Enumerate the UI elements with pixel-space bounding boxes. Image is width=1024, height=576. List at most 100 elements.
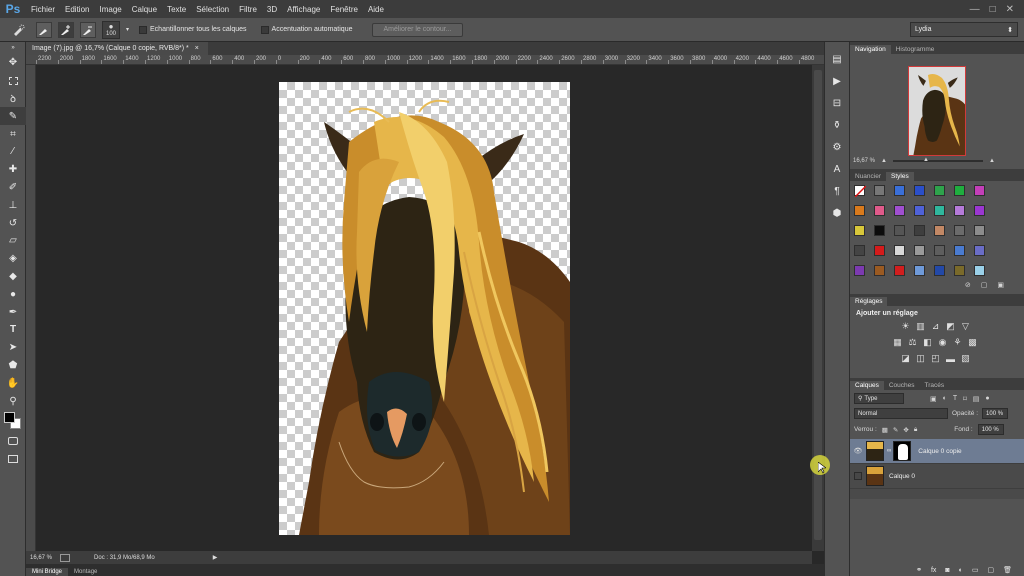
subtract-from-selection-button[interactable] <box>80 21 96 38</box>
navigator-zoom-slider[interactable]: ▲ <box>892 157 983 163</box>
filter-smart-icon[interactable]: ▤ <box>973 395 980 403</box>
clone-source-icon[interactable]: ⚙ <box>830 140 844 154</box>
menu-affichage[interactable]: Affichage <box>282 5 325 14</box>
document-canvas[interactable] <box>279 82 570 535</box>
paragraph-panel-icon[interactable]: ¶ <box>830 184 844 198</box>
paint-bucket-tool[interactable]: ◈ <box>0 250 26 268</box>
lock-position-icon[interactable]: ✥ <box>903 426 908 434</box>
blur-tool[interactable]: ◆ <box>0 268 26 286</box>
actions-panel-icon[interactable]: ▶ <box>830 74 844 88</box>
photo-filter-icon[interactable]: ◉ <box>937 337 948 348</box>
layer-filter-select[interactable]: ⚲ Type <box>854 393 904 404</box>
new-layer-icon[interactable]: ▢ <box>987 566 994 574</box>
brush-size-dropdown-icon[interactable]: ▾ <box>126 26 129 33</box>
tab-navigation[interactable]: Navigation <box>850 45 891 54</box>
style-swatch[interactable] <box>934 185 945 196</box>
auto-enhance-option[interactable]: Accentuation automatique <box>260 25 352 34</box>
healing-brush-tool[interactable]: ✚ <box>0 161 26 179</box>
style-swatch[interactable] <box>974 205 985 216</box>
new-group-icon[interactable]: ▭ <box>972 566 979 574</box>
style-swatch[interactable] <box>954 205 965 216</box>
menu-calque[interactable]: Calque <box>127 5 162 14</box>
tab-reglages[interactable]: Réglages <box>850 297 888 306</box>
filter-adjustment-icon[interactable]: ◐ <box>943 395 947 402</box>
style-swatch[interactable] <box>914 265 925 276</box>
3d-panel-icon[interactable]: ⬢ <box>830 206 844 220</box>
workspace-select[interactable]: Lydia ⬍ <box>910 22 1018 37</box>
menu-fenetre[interactable]: Fenêtre <box>325 5 363 14</box>
tab-nuancier[interactable]: Nuancier <box>850 172 886 181</box>
style-swatch[interactable] <box>954 225 965 236</box>
delete-style-icon[interactable]: ▣ <box>997 281 1004 291</box>
slider-handle[interactable]: ▲ <box>923 157 929 163</box>
dodge-tool[interactable]: ● <box>0 285 26 303</box>
style-swatch[interactable] <box>854 205 865 216</box>
vibrance-icon[interactable]: ▽ <box>960 321 971 332</box>
navigator-zoom-value[interactable]: 16,67 % <box>853 158 875 164</box>
layer-name[interactable]: Calque 0 copie <box>918 448 961 455</box>
path-selection-tool[interactable]: ➤ <box>0 339 26 357</box>
curves-icon[interactable]: ⊿ <box>930 321 941 332</box>
style-swatch[interactable] <box>894 205 905 216</box>
style-swatch[interactable] <box>934 205 945 216</box>
visibility-eye-icon[interactable]: 👁︎ <box>850 447 866 455</box>
lock-all-icon[interactable]: 🔒︎ <box>914 426 917 434</box>
color-swatches[interactable] <box>0 410 26 432</box>
new-selection-button[interactable] <box>36 21 52 38</box>
fill-input[interactable]: 100 % <box>977 424 1004 435</box>
blend-mode-select[interactable]: Normal <box>854 408 948 419</box>
style-swatch[interactable] <box>974 225 985 236</box>
sample-all-layers-option[interactable]: Echantillonner tous les calques <box>139 25 247 34</box>
fx-icon[interactable]: fx <box>931 567 936 574</box>
eraser-tool[interactable]: ▱ <box>0 232 26 250</box>
style-swatch[interactable] <box>934 225 945 236</box>
filter-shape-icon[interactable]: ⌑ <box>963 395 967 403</box>
tool-preset-picker[interactable] <box>8 22 30 38</box>
zoom-tool[interactable]: ⚲ <box>0 392 26 410</box>
menu-fichier[interactable]: Fichier <box>26 5 60 14</box>
style-swatch[interactable] <box>874 225 885 236</box>
quick-mask-button[interactable] <box>0 432 26 450</box>
properties-panel-icon[interactable]: ⊟ <box>830 96 844 110</box>
color-balance-icon[interactable]: ⚖ <box>907 337 918 348</box>
tab-styles[interactable]: Styles <box>886 172 914 181</box>
style-swatch[interactable] <box>894 185 905 196</box>
style-swatch[interactable] <box>914 185 925 196</box>
style-swatch[interactable] <box>894 265 905 276</box>
hand-tool[interactable]: ✋ <box>0 374 26 392</box>
menu-aide[interactable]: Aide <box>363 5 389 14</box>
gradient-map-icon[interactable]: ▬ <box>945 353 956 364</box>
tab-histogramme[interactable]: Histogramme <box>891 45 940 54</box>
minimize-button[interactable]: — <box>970 4 980 15</box>
style-swatch[interactable] <box>954 185 965 196</box>
posterize-icon[interactable]: ◫ <box>915 353 926 364</box>
style-swatch[interactable] <box>974 185 985 196</box>
close-window-button[interactable]: ✕ <box>1006 4 1014 15</box>
style-swatch[interactable] <box>914 205 925 216</box>
brush-tool[interactable]: ✐ <box>0 179 26 197</box>
auto-enhance-checkbox[interactable] <box>260 25 269 34</box>
marquee-tool[interactable] <box>0 72 26 90</box>
selective-color-icon[interactable]: ▧ <box>960 353 971 364</box>
style-none[interactable] <box>854 185 867 198</box>
style-swatch[interactable] <box>894 245 905 256</box>
brightness-icon[interactable]: ☀ <box>900 321 911 332</box>
hue-saturation-icon[interactable]: ▦ <box>892 337 903 348</box>
filter-type-icon[interactable]: T <box>953 395 957 402</box>
opacity-input[interactable]: 100 % <box>982 408 1009 419</box>
invert-icon[interactable]: ◪ <box>900 353 911 364</box>
levels-icon[interactable]: ▥ <box>915 321 926 332</box>
threshold-icon[interactable]: ◰ <box>930 353 941 364</box>
black-white-icon[interactable]: ◧ <box>922 337 933 348</box>
new-adjustment-icon[interactable]: ◐ <box>959 567 963 574</box>
menu-3d[interactable]: 3D <box>262 5 282 14</box>
collapse-toolbar-icon[interactable]: » <box>0 42 26 54</box>
history-brush-tool[interactable]: ↺ <box>0 214 26 232</box>
close-tab-icon[interactable]: × <box>195 45 199 52</box>
sample-all-layers-checkbox[interactable] <box>139 25 148 34</box>
brush-size-picker[interactable]: ● 100 <box>102 20 120 39</box>
tab-calques[interactable]: Calques <box>850 381 884 390</box>
menu-selection[interactable]: Sélection <box>191 5 234 14</box>
style-swatch[interactable] <box>954 245 965 256</box>
lasso-tool[interactable]: ꝺ <box>0 90 26 108</box>
